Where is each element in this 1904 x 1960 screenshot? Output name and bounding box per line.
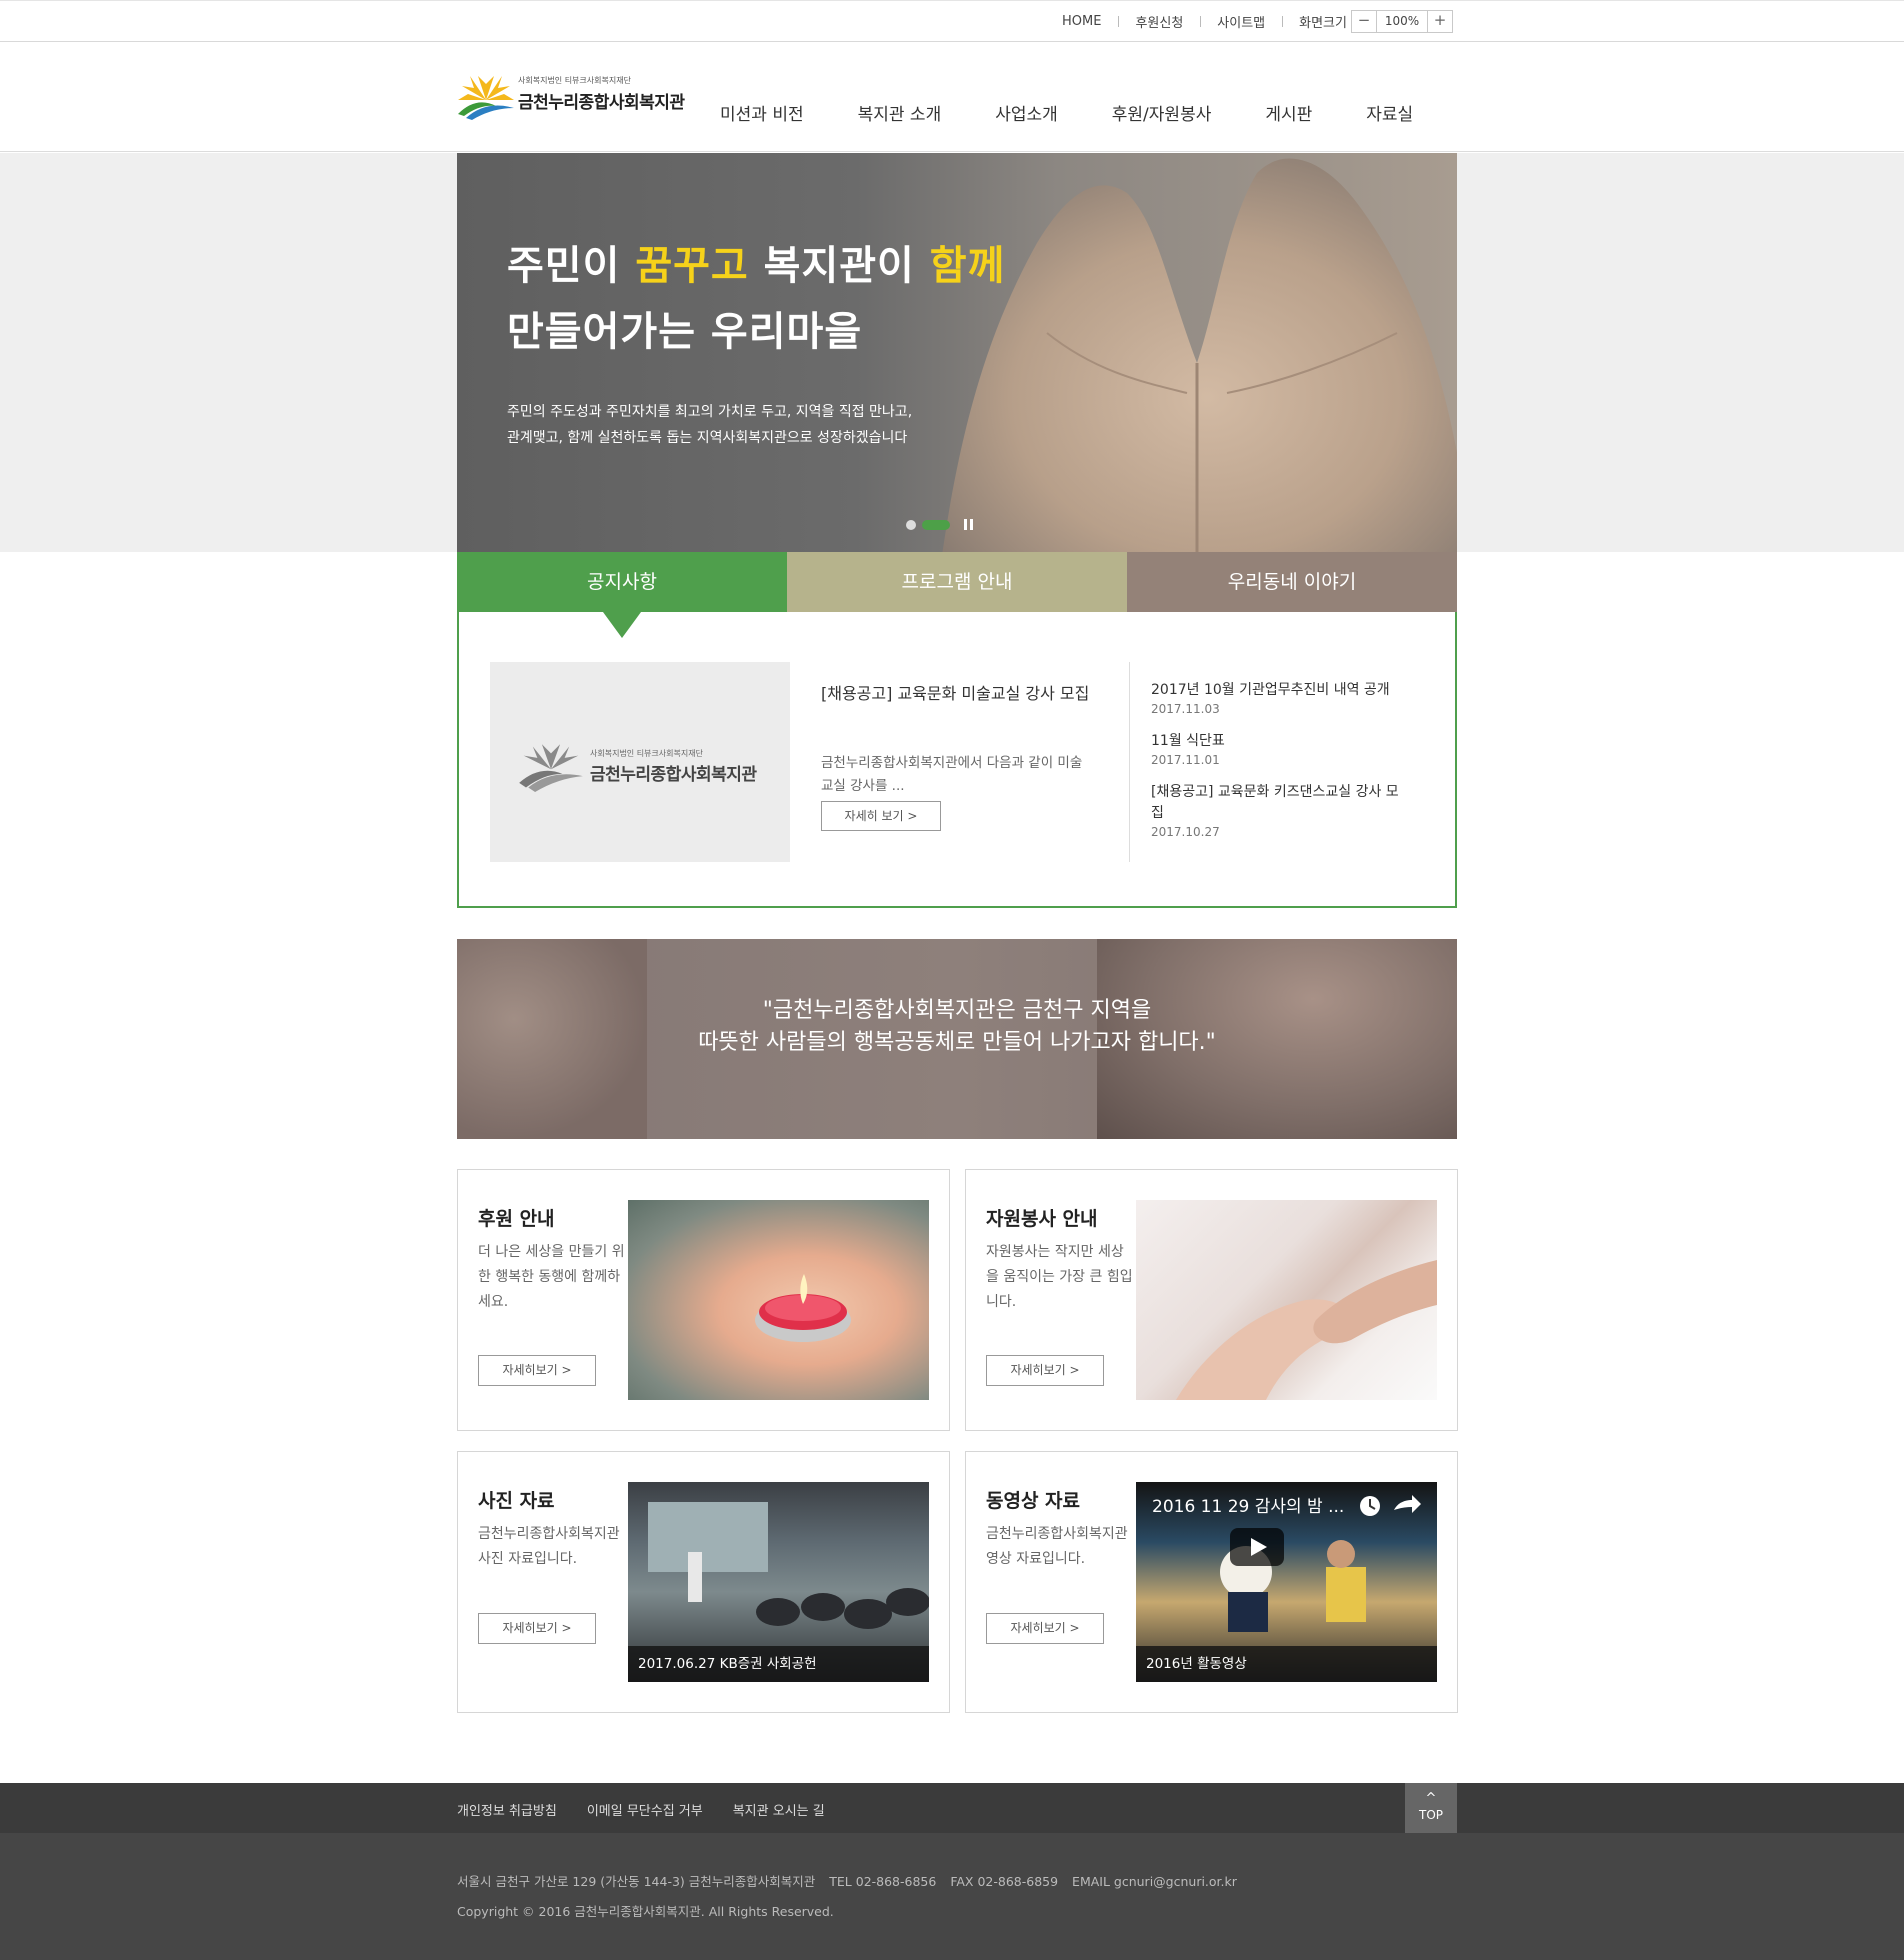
nav-item-programs[interactable]: 사업소개	[995, 100, 1058, 125]
slide-dot-2[interactable]	[922, 519, 950, 530]
list-item[interactable]: 2017년 10월 기관업무추진비 내역 공개 2017.11.03	[1151, 680, 1411, 716]
hero-slider: 주민이 꿈꾸고 복지관이 함께 만들어가는 우리마을 주민의 주도성과 주민자치…	[457, 153, 1457, 552]
thumb-logo-title: 금천누리종합사회복지관	[590, 765, 757, 785]
card-description: 금천누리종합사회복지관 영상 자료입니다.	[986, 1526, 1128, 1567]
hero-headline-line1: 주민이 꿈꾸고 복지관이 함께	[507, 242, 1006, 289]
footer-info: 서울시 금천구 가산로 129 (가산동 144-3) 금천누리종합사회복지관 …	[0, 1833, 1904, 1960]
featured-detail-button[interactable]: 자세히 보기 >	[821, 801, 941, 831]
tab-neighborhood-stories[interactable]: 우리동네 이야기	[1127, 552, 1457, 612]
notice-thumbnail[interactable]: 사회복지법인 티뷰크사회복지재단 금천누리종합사회복지관	[490, 662, 790, 862]
zoom-out-button[interactable]: −	[1352, 11, 1376, 32]
email-refusal-link[interactable]: 이메일 무단수집 거부	[587, 1800, 703, 1819]
video-archive-card: 동영상 자료 금천누리종합사회복지관 영상 자료입니다. 자세히보기 > 201…	[965, 1451, 1458, 1713]
candle-in-hand-image[interactable]	[628, 1200, 929, 1400]
home-link[interactable]: HOME	[1045, 14, 1118, 29]
notice-item-date: 2017.11.01	[1151, 753, 1220, 767]
hero-description: 주민의 주도성과 주민자치를 최고의 가치로 두고, 지역을 직접 만나고, 관…	[507, 404, 913, 446]
photo-caption: 2017.06.27 KB증권 사회공헌	[628, 1646, 929, 1682]
volunteer-card: 자원봉사 안내 자원봉사는 작지만 세상을 움직이는 가장 큰 힘입니다. 자세…	[965, 1169, 1458, 1431]
classroom-scene-icon	[648, 1502, 929, 1629]
list-item[interactable]: 11월 식단표 2017.11.01	[1151, 731, 1411, 767]
notice-list: 2017년 10월 기관업무추진비 내역 공개 2017.11.03 11월 식…	[1151, 680, 1411, 854]
card-title: 동영상 자료	[986, 1490, 1081, 1512]
privacy-policy-link[interactable]: 개인정보 취급방침	[457, 1800, 557, 1819]
share-icon	[1394, 1495, 1421, 1513]
nav-item-support[interactable]: 후원/자원봉사	[1112, 100, 1212, 125]
active-tab-arrow-icon	[603, 612, 641, 638]
card-description: 금천누리종합사회복지관 사진 자료입니다.	[478, 1526, 620, 1567]
zoom-in-button[interactable]: +	[1428, 11, 1452, 32]
seminar-photo[interactable]: 2017.06.27 KB증권 사회공헌	[628, 1482, 929, 1682]
video-detail-button[interactable]: 자세히보기 >	[986, 1613, 1104, 1644]
board-tabs: 공지사항 프로그램 안내 우리동네 이야기	[457, 552, 1457, 612]
slide-dot-1[interactable]	[906, 519, 916, 530]
logo-subtitle: 사회복지법인 티뷰크사회복지재단	[518, 76, 631, 85]
donation-apply-link[interactable]: 후원신청	[1118, 12, 1200, 31]
sitemap-link[interactable]: 사이트맵	[1200, 12, 1282, 31]
video-caption: 2016년 활동영상	[1136, 1646, 1437, 1682]
tab-programs[interactable]: 프로그램 안내	[787, 552, 1127, 612]
nav-item-archive[interactable]: 자료실	[1366, 100, 1413, 125]
logo-title: 금천누리종합사회복지관	[518, 93, 685, 113]
tab-notice[interactable]: 공지사항	[457, 552, 787, 612]
notice-item-date: 2017.11.03	[1151, 702, 1220, 716]
footer-copyright: Copyright © 2016 금천누리종합사회복지관. All Rights…	[457, 1904, 834, 1919]
footer-link-bar: 개인정보 취급방침 이메일 무단수집 거부 복지관 오시는 길 ^ TOP	[0, 1783, 1904, 1833]
notice-item-title[interactable]: [채용공고] 교육문화 키즈댄스교실 강사 모집	[1151, 782, 1411, 824]
card-description: 더 나은 세상을 만들기 위한 행복한 동행에 함께하세요.	[478, 1244, 625, 1310]
logo-grayscale-icon	[519, 744, 583, 792]
video-player[interactable]: 2016 11 29 감사의 밤 ... 2016년 활동영상	[1136, 1482, 1437, 1682]
notice-panel: 사회복지법인 티뷰크사회복지재단 금천누리종합사회복지관 [채용공고] 교육문화…	[457, 612, 1457, 908]
pause-icon[interactable]	[964, 519, 973, 530]
card-title: 사진 자료	[478, 1490, 555, 1512]
clock-icon	[1360, 1496, 1380, 1516]
list-item[interactable]: [채용공고] 교육문화 키즈댄스교실 강사 모집 2017.10.27	[1151, 782, 1411, 839]
hero-headline: 주민이 꿈꾸고 복지관이 함께 만들어가는 우리마을	[507, 233, 1005, 365]
chevron-up-icon: ^	[1425, 1791, 1437, 1806]
nav-item-board[interactable]: 게시판	[1265, 100, 1312, 125]
featured-notice-title[interactable]: [채용공고] 교육문화 미술교실 강사 모집	[821, 680, 1091, 708]
directions-link[interactable]: 복지관 오시는 길	[733, 1800, 825, 1819]
sunflower-logo-icon	[458, 76, 514, 120]
zoom-control: − 100% +	[1351, 10, 1453, 33]
zoom-value: 100%	[1376, 11, 1428, 32]
slider-pagination	[906, 519, 973, 530]
notice-divider	[1129, 662, 1130, 862]
footer-address: 서울시 금천구 가산로 129 (가산동 144-3) 금천누리종합사회복지관 …	[457, 1874, 1237, 1889]
donation-detail-button[interactable]: 자세히보기 >	[478, 1355, 596, 1386]
card-description: 자원봉사는 작지만 세상을 움직이는 가장 큰 힘입니다.	[986, 1244, 1133, 1310]
nav-item-mission[interactable]: 미션과 비전	[720, 100, 804, 125]
utility-links: HOME 후원신청 사이트맵 화면크기	[1045, 12, 1364, 31]
photo-detail-button[interactable]: 자세히보기 >	[478, 1613, 596, 1644]
donation-card: 후원 안내 더 나은 세상을 만들기 위한 행복한 동행에 함께하세요. 자세히…	[457, 1169, 950, 1431]
volunteer-detail-button[interactable]: 자세히보기 >	[986, 1355, 1104, 1386]
nav-item-about[interactable]: 복지관 소개	[858, 100, 942, 125]
notice-item-title[interactable]: 2017년 10월 기관업무추진비 내역 공개	[1151, 680, 1411, 701]
hero-headline-line2: 만들어가는 우리마을	[507, 308, 863, 355]
site-logo[interactable]: 사회복지법인 티뷰크사회복지재단 금천누리종합사회복지관	[456, 70, 685, 130]
mission-quote-banner: "금천누리종합사회복지관은 금천구 지역을 따뜻한 사람들의 행복공동체로 만들…	[457, 939, 1457, 1139]
photo-archive-card: 사진 자료 금천누리종합사회복지관 사진 자료입니다. 자세히보기 > 2017…	[457, 1451, 950, 1713]
notice-item-title[interactable]: 11월 식단표	[1151, 731, 1411, 752]
mission-quote-text: "금천누리종합사회복지관은 금천구 지역을 따뜻한 사람들의 행복공동체로 만들…	[698, 998, 1216, 1055]
card-title: 후원 안내	[478, 1208, 555, 1230]
utility-bar: HOME 후원신청 사이트맵 화면크기 − 100% +	[0, 0, 1904, 42]
footer-links: 개인정보 취급방침 이메일 무단수집 거부 복지관 오시는 길	[457, 1800, 855, 1819]
main-nav: 미션과 비전 복지관 소개 사업소개 후원/자원봉사 게시판 자료실	[720, 100, 1467, 125]
notice-item-date: 2017.10.27	[1151, 825, 1220, 839]
hands-icon	[1176, 1260, 1437, 1400]
thumb-logo-subtitle: 사회복지법인 티뷰크사회복지재단	[590, 749, 703, 758]
scroll-top-button[interactable]: ^ TOP	[1405, 1783, 1457, 1833]
candle-icon	[755, 1274, 851, 1342]
site-header: 사회복지법인 티뷰크사회복지재단 금천누리종합사회복지관 미션과 비전 복지관 …	[0, 42, 1904, 152]
featured-notice-summary: 금천누리종합사회복지관에서 다음과 같이 미술교실 강사를 ...	[821, 755, 1083, 794]
card-title: 자원봉사 안내	[986, 1208, 1098, 1230]
holding-hands-image[interactable]	[1136, 1200, 1437, 1400]
